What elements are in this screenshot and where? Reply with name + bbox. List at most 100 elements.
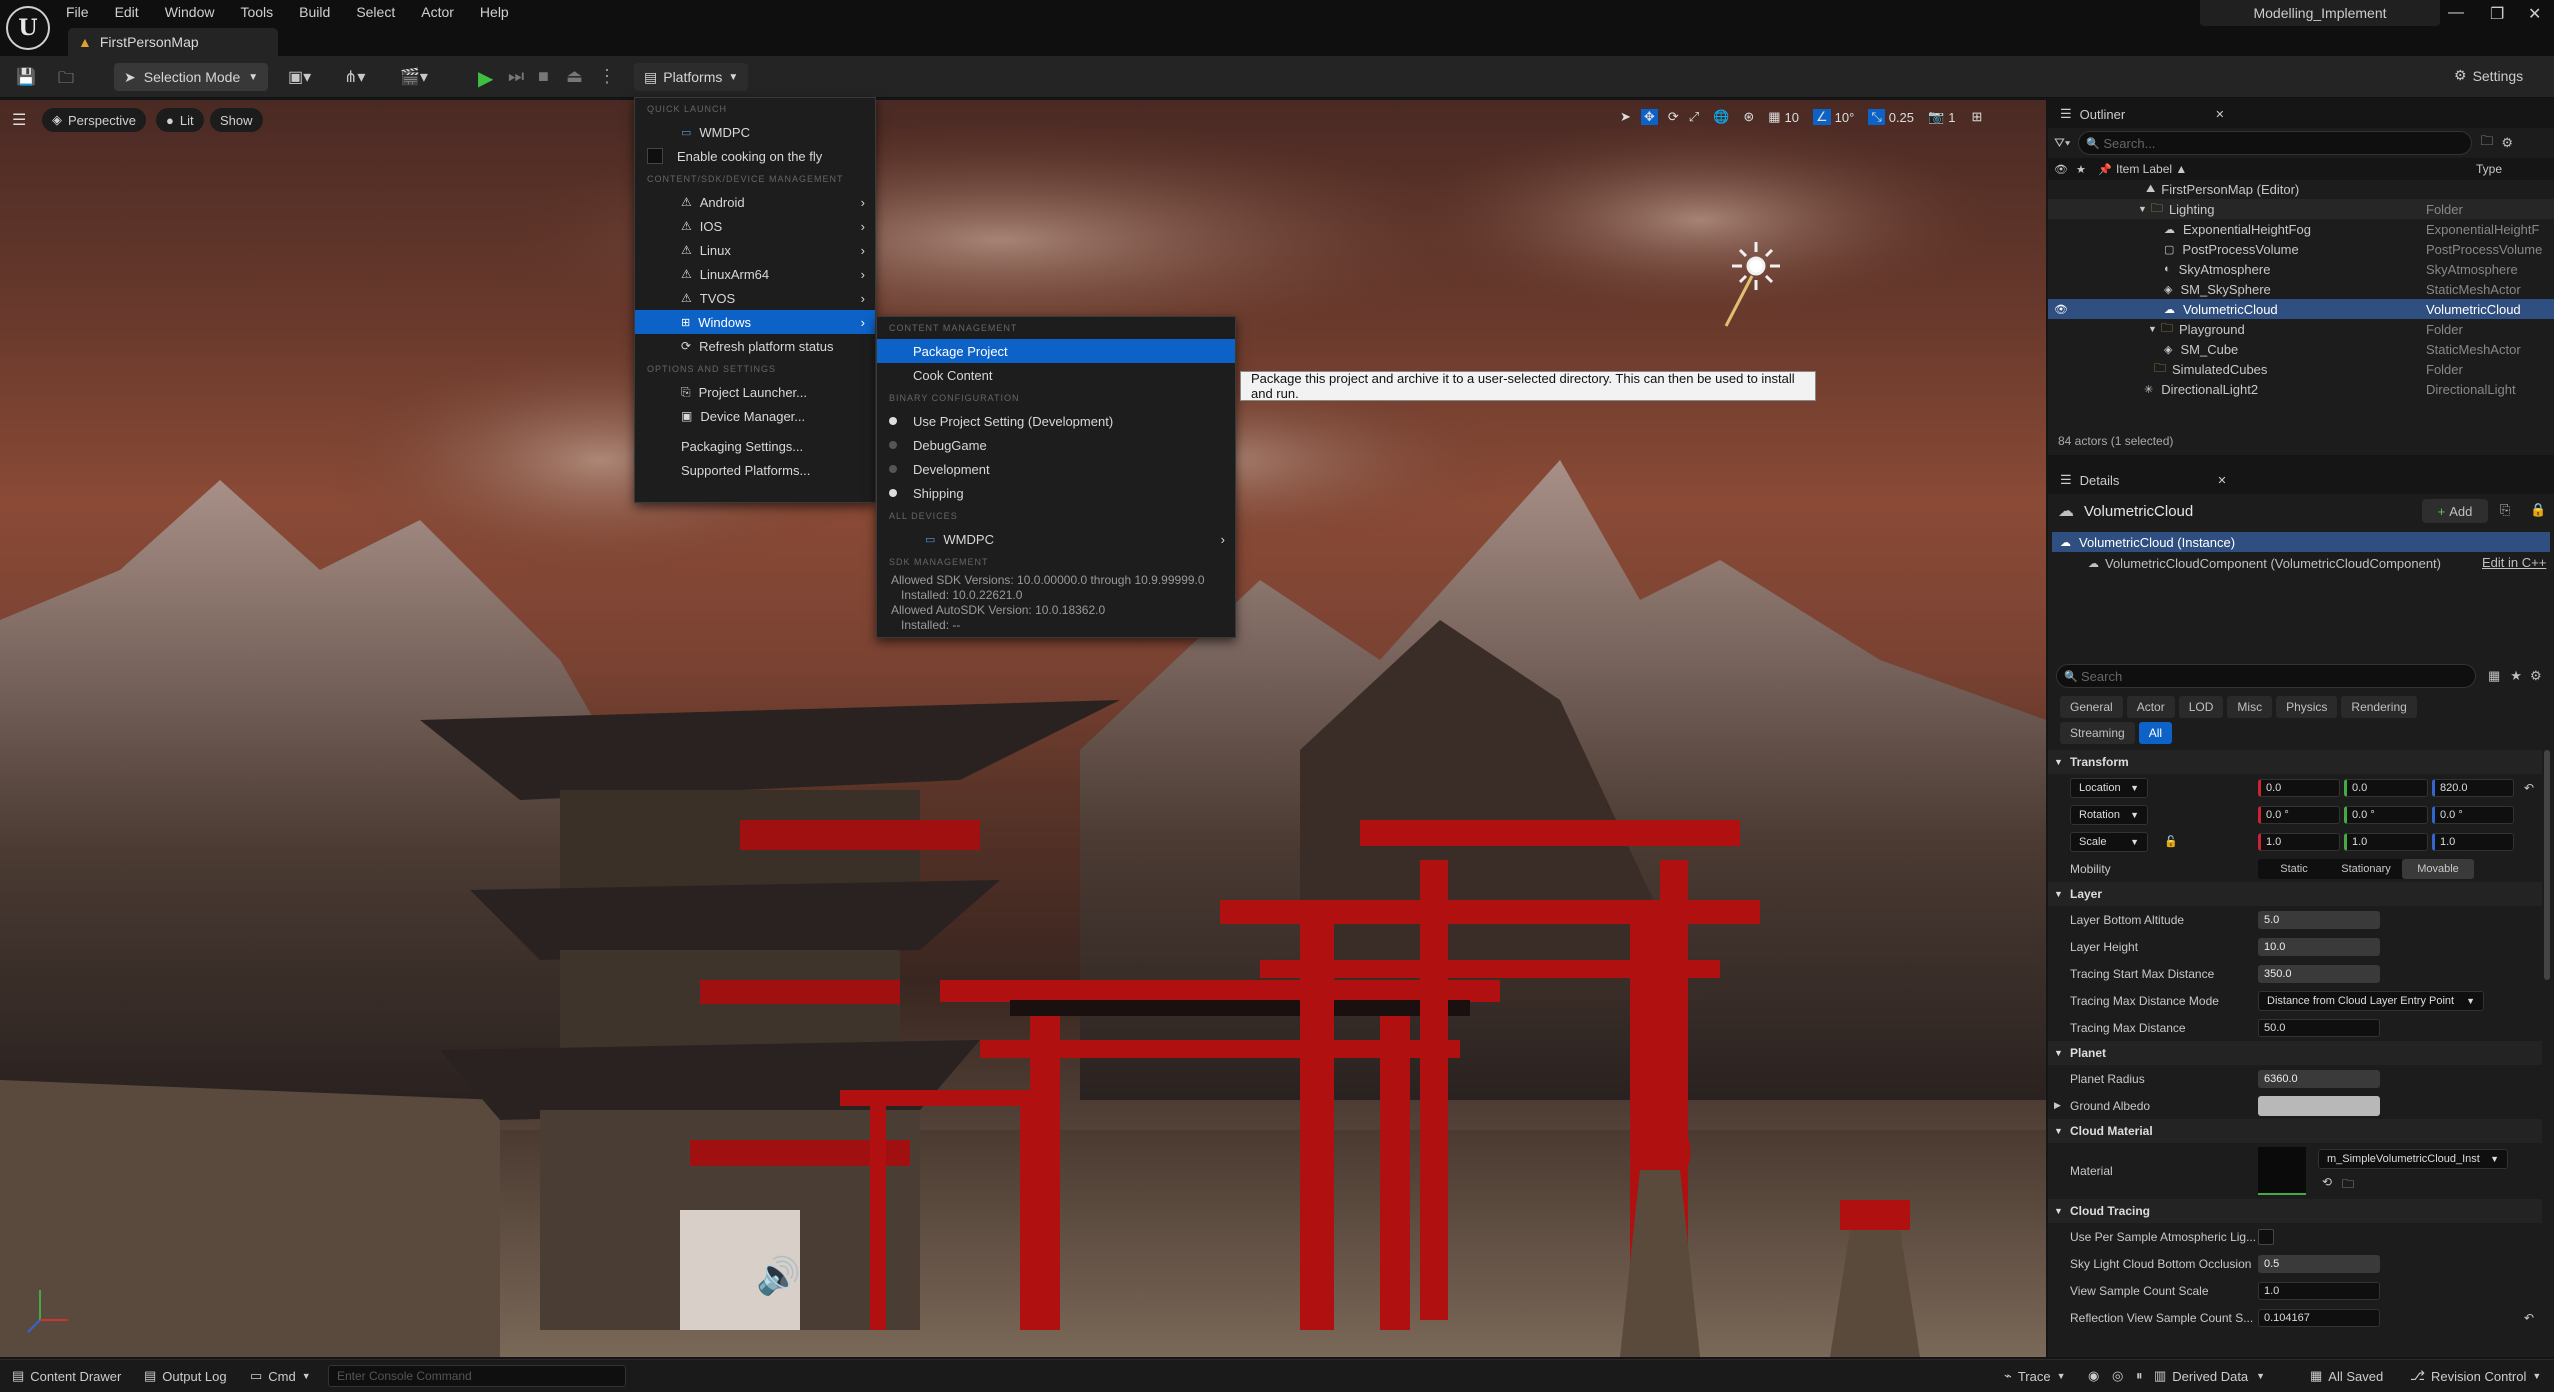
- scale-snap-value[interactable]: 0.25: [1889, 110, 1914, 125]
- visibility-icon[interactable]: 👁: [2054, 163, 2076, 176]
- restore-icon[interactable]: ❐: [2490, 4, 2504, 24]
- menu-build[interactable]: Build: [299, 4, 330, 20]
- surface-snap-icon[interactable]: ⊛: [1743, 109, 1754, 125]
- menu-select[interactable]: Select: [356, 4, 395, 20]
- camera-speed-icon[interactable]: 📷: [1928, 109, 1944, 125]
- menu-item-config-debuggame[interactable]: DebugGame: [877, 433, 1235, 457]
- rotate-tool-icon[interactable]: ⟳: [1668, 109, 1679, 125]
- scale-y[interactable]: 1.0: [2344, 832, 2428, 851]
- menu-item-config-shipping[interactable]: Shipping: [877, 481, 1235, 505]
- stop-icon[interactable]: ■: [538, 66, 549, 87]
- play-icon[interactable]: ▶: [478, 66, 493, 91]
- edit-cpp-link[interactable]: Edit in C++: [2482, 555, 2546, 570]
- category-misc[interactable]: Misc: [2227, 696, 2273, 718]
- scale-tool-icon[interactable]: ⤢: [1689, 109, 1699, 125]
- category-lod[interactable]: LOD: [2178, 696, 2224, 718]
- menu-file[interactable]: File: [66, 4, 89, 20]
- enable-cooking-checkbox[interactable]: [647, 148, 663, 164]
- derived-data-button[interactable]: ▥ Derived Data ▼: [2154, 1368, 2265, 1384]
- menu-item-wmdpc[interactable]: ▭ WMDPC: [635, 120, 875, 144]
- close-icon[interactable]: ✕: [2217, 474, 2226, 487]
- minimize-icon[interactable]: —: [2448, 4, 2464, 22]
- item-label-header[interactable]: Item Label ▲: [2116, 162, 2476, 176]
- menu-item-supported-platforms[interactable]: Supported Platforms...: [635, 458, 875, 482]
- location-z[interactable]: 820.0: [2432, 778, 2514, 797]
- tracing-max-input[interactable]: 50.0: [2258, 1018, 2380, 1037]
- menu-window[interactable]: Window: [165, 4, 215, 20]
- show-button[interactable]: Show: [210, 108, 263, 132]
- reflection-input[interactable]: 0.104167: [2258, 1308, 2380, 1327]
- output-log-button[interactable]: ▤ Output Log: [144, 1368, 227, 1384]
- menu-item-ios[interactable]: ⚠ IOS ›: [635, 214, 875, 238]
- gear-icon[interactable]: ⚙: [2530, 668, 2542, 684]
- ground-albedo-swatch[interactable]: [2258, 1095, 2380, 1116]
- instance-row[interactable]: ☁ VolumetricCloud (Instance): [2052, 532, 2550, 552]
- content-browser-icon[interactable]: 🗀: [58, 67, 74, 94]
- outliner-row[interactable]: ☁ ExponentialHeightFog ExponentialHeight…: [2048, 219, 2554, 239]
- menu-item-tvos[interactable]: ⚠ TVOS ›: [635, 286, 875, 310]
- menu-item-windows[interactable]: ⊞ Windows ›: [635, 310, 875, 334]
- perspective-button[interactable]: ◈ Perspective: [42, 108, 146, 132]
- outliner-row[interactable]: ◈ SM_Cube StaticMeshActor: [2048, 339, 2554, 359]
- close-icon[interactable]: ✕: [2528, 4, 2541, 24]
- menu-item-enable-cooking[interactable]: Enable cooking on the fly: [635, 144, 875, 168]
- location-dropdown[interactable]: Location ▼: [2070, 777, 2148, 798]
- table-view-icon[interactable]: ▦: [2488, 668, 2500, 684]
- scale-dropdown[interactable]: Scale ▼: [2070, 831, 2148, 852]
- camera-icon[interactable]: ◎: [2112, 1368, 2123, 1384]
- menu-edit[interactable]: Edit: [115, 4, 139, 20]
- outliner-row[interactable]: ◐ SkyAtmosphere SkyAtmosphere: [2048, 259, 2554, 279]
- settings-button[interactable]: ⚙ Settings: [2454, 67, 2523, 84]
- location-y[interactable]: 0.0: [2344, 778, 2428, 797]
- material-thumbnail[interactable]: [2258, 1147, 2306, 1195]
- rotation-y[interactable]: 0.0 °: [2344, 805, 2428, 824]
- actor-name[interactable]: VolumetricCloud: [2084, 503, 2193, 520]
- add-component-button[interactable]: + Add: [2422, 499, 2488, 523]
- category-actor[interactable]: Actor: [2126, 696, 2175, 718]
- cinematics-icon[interactable]: 🎬▾: [400, 67, 428, 87]
- level-viewport[interactable]: 🔊 ☰ ◈ Perspective ● Lit Show ➤ ✥ ⟳ ⤢ 🌐 ⊛…: [0, 100, 2046, 1357]
- mobility-movable[interactable]: Movable: [2402, 858, 2474, 879]
- menu-item-refresh[interactable]: ⟳ Refresh platform status: [635, 334, 875, 358]
- location-x[interactable]: 0.0: [2258, 778, 2340, 797]
- gear-icon[interactable]: ⚙: [2501, 135, 2513, 151]
- expand-arrow-icon[interactable]: ▶: [2054, 1100, 2061, 1111]
- reset-icon[interactable]: ↶: [2524, 781, 2534, 795]
- outliner-row[interactable]: ▼ 🗀 Lighting Folder: [2048, 199, 2554, 219]
- mobility-static[interactable]: Static: [2258, 863, 2330, 875]
- planet-section[interactable]: ▼ Planet: [2048, 1041, 2542, 1065]
- trace-button[interactable]: ⌁ Trace ▼: [2004, 1368, 2066, 1384]
- per-sample-checkbox[interactable]: [2258, 1228, 2274, 1245]
- scale-z[interactable]: 1.0: [2432, 832, 2514, 851]
- outliner-row[interactable]: ◈ SM_SkySphere StaticMeshActor: [2048, 279, 2554, 299]
- rotation-dropdown[interactable]: Rotation ▼: [2070, 804, 2148, 825]
- outliner-row[interactable]: ⛰ FirstPersonMap (Editor): [2048, 180, 2554, 199]
- details-search-input[interactable]: 🔍 Search: [2056, 664, 2476, 688]
- blueprint-icon[interactable]: ⋔▾: [344, 67, 365, 87]
- viewport-menu-icon[interactable]: ☰: [12, 110, 26, 130]
- unreal-logo[interactable]: U: [6, 6, 50, 50]
- close-icon[interactable]: ✕: [2215, 108, 2224, 121]
- filter-icon[interactable]: ⛛▾: [2054, 135, 2070, 151]
- rotation-snap-icon[interactable]: ∠: [1812, 109, 1831, 125]
- scale-x[interactable]: 1.0: [2258, 832, 2340, 851]
- outliner-row-selected[interactable]: 👁 ☁ VolumetricCloud VolumetricCloud: [2048, 299, 2554, 319]
- category-physics[interactable]: Physics: [2276, 696, 2338, 718]
- outliner-row[interactable]: ✳ DirectionalLight2 DirectionalLight: [2048, 379, 2554, 399]
- details-scrollbar[interactable]: [2544, 750, 2550, 980]
- sky-occlusion-input[interactable]: 0.5: [2258, 1254, 2380, 1273]
- platforms-button[interactable]: ▤ Platforms ▼: [634, 63, 749, 91]
- save-icon[interactable]: 💾: [16, 67, 36, 87]
- outliner-row[interactable]: ▢ PostProcessVolume PostProcessVolume: [2048, 239, 2554, 259]
- tracing-mode-dropdown[interactable]: Distance from Cloud Layer Entry Point ▼: [2258, 990, 2484, 1011]
- star-icon[interactable]: ★: [2510, 668, 2522, 684]
- menu-item-linux[interactable]: ⚠ Linux ›: [635, 238, 875, 262]
- outliner-row[interactable]: 🗀 SimulatedCubes Folder: [2048, 359, 2554, 379]
- select-tool-icon[interactable]: ➤: [1620, 109, 1631, 125]
- outliner-search-input[interactable]: 🔍 Search...: [2078, 131, 2473, 155]
- console-input[interactable]: Enter Console Command: [328, 1365, 626, 1387]
- outliner-tab[interactable]: ☰ Outliner ✕: [2048, 100, 2554, 128]
- layout-icon[interactable]: ⊞: [1971, 109, 1982, 125]
- step-icon[interactable]: ⏭: [508, 66, 524, 87]
- layer-section[interactable]: ▼ Layer: [2048, 882, 2542, 906]
